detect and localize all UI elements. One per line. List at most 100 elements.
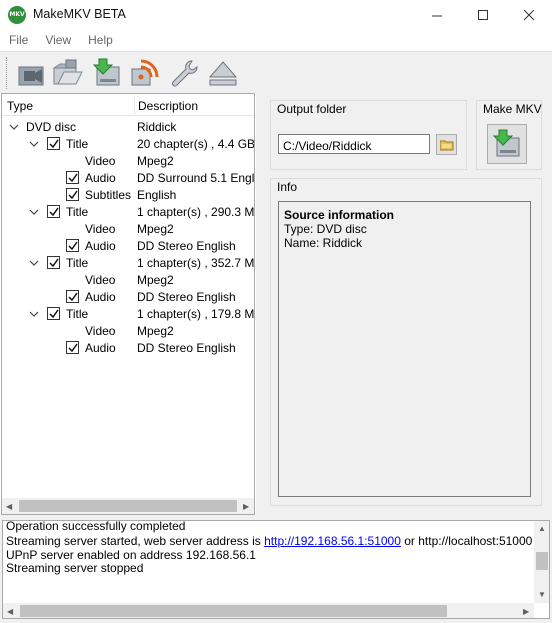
- backup-button[interactable]: [90, 56, 124, 90]
- checkmark-icon: [49, 207, 59, 217]
- column-divider[interactable]: [134, 96, 135, 114]
- web-server-link[interactable]: http://192.168.56.1:51000: [264, 534, 401, 548]
- info-line: Type: DVD disc: [284, 222, 367, 236]
- checkbox[interactable]: [66, 171, 79, 184]
- make-mkv-icon: [492, 129, 520, 157]
- tree-row-description: 1 chapter(s) , 352.7 MB: [137, 256, 255, 270]
- scroll-left-icon[interactable]: ◀: [6, 502, 12, 511]
- tree-row-type: Audio: [85, 171, 116, 185]
- checkmark-icon: [68, 190, 78, 200]
- log-panel[interactable]: Operation successfully completed Streami…: [2, 520, 550, 619]
- tree-row[interactable]: Audio DD Surround 5.1 English: [2, 169, 255, 186]
- checkbox[interactable]: [66, 239, 79, 252]
- tree-row[interactable]: Video Mpeg2: [2, 152, 254, 169]
- tree-row-description: 1 chapter(s) , 290.3 MB: [137, 205, 255, 219]
- tree-row-type: Title: [66, 137, 89, 151]
- checkbox[interactable]: [47, 307, 60, 320]
- tree-row-type: Video: [85, 273, 116, 287]
- column-header-description[interactable]: Description: [138, 99, 198, 113]
- open-disc-icon: [18, 66, 44, 86]
- stream-icon: [131, 59, 159, 86]
- chevron-down-icon[interactable]: [28, 206, 40, 218]
- checkmark-icon: [49, 139, 59, 149]
- tree-row[interactable]: Subtitles English: [2, 186, 254, 203]
- maximize-button[interactable]: [460, 0, 506, 30]
- output-folder-field[interactable]: C:/Video/Riddick: [278, 134, 430, 154]
- close-icon: [523, 9, 534, 20]
- open-disc-button[interactable]: [14, 56, 48, 90]
- chevron-down-icon[interactable]: [8, 121, 20, 133]
- minimize-icon: [431, 15, 442, 16]
- tree-row-type: Audio: [85, 341, 116, 355]
- tree-row[interactable]: Audio DD Stereo English: [2, 339, 254, 356]
- checkbox[interactable]: [66, 290, 79, 303]
- tree-row[interactable]: Video Mpeg2: [2, 220, 254, 237]
- tree-row[interactable]: Title 1 chapter(s) , 290.3 MB: [2, 203, 255, 220]
- tree-row-type: Video: [85, 324, 116, 338]
- make-mkv-button[interactable]: [487, 124, 527, 164]
- tree-row-description: Mpeg2: [137, 222, 174, 236]
- tree-row-description: Mpeg2: [137, 273, 174, 287]
- log-horizontal-scrollbar[interactable]: ◀ ▶: [3, 603, 534, 618]
- tree-row[interactable]: Video Mpeg2: [2, 271, 254, 288]
- menu-view[interactable]: View: [45, 30, 71, 51]
- checkbox[interactable]: [66, 188, 79, 201]
- minimize-button[interactable]: [414, 0, 460, 30]
- info-box: Source information Type: DVD disc Name: …: [278, 201, 531, 497]
- tree-row[interactable]: Audio DD Stereo English: [2, 288, 254, 305]
- stream-button[interactable]: [128, 56, 162, 90]
- scroll-up-icon[interactable]: ▲: [538, 524, 546, 533]
- scrollbar-thumb[interactable]: [20, 605, 447, 617]
- close-button[interactable]: [506, 0, 552, 30]
- chevron-down-icon[interactable]: [28, 257, 40, 269]
- scroll-right-icon[interactable]: ▶: [243, 502, 249, 511]
- tree-row-type: Subtitles: [85, 188, 132, 202]
- tree-horizontal-scrollbar[interactable]: ◀ ▶: [2, 498, 254, 514]
- tree-row-description: DD Stereo English: [137, 239, 236, 253]
- tree-row-type: DVD disc: [26, 120, 77, 134]
- scroll-down-icon[interactable]: ▼: [538, 590, 546, 599]
- tree-row-type: Audio: [85, 290, 116, 304]
- info-label: Info: [277, 180, 298, 194]
- tree-row[interactable]: DVD disc Riddick: [2, 118, 254, 135]
- chevron-down-icon[interactable]: [28, 308, 40, 320]
- column-header-type[interactable]: Type: [7, 99, 33, 113]
- tree-row[interactable]: Video Mpeg2: [2, 322, 254, 339]
- menu-file[interactable]: File: [9, 30, 28, 51]
- tree-row[interactable]: Title 20 chapter(s) , 4.4 GB: [2, 135, 254, 152]
- scrollbar-thumb[interactable]: [19, 500, 237, 512]
- scroll-left-icon[interactable]: ◀: [7, 607, 13, 616]
- open-files-button[interactable]: [51, 56, 85, 90]
- wrench-icon: [172, 60, 198, 87]
- eject-button[interactable]: [206, 56, 240, 90]
- info-line: Name: Riddick: [284, 236, 363, 250]
- tree-row[interactable]: Audio DD Stereo English: [2, 237, 254, 254]
- scroll-right-icon[interactable]: ▶: [523, 607, 529, 616]
- checkbox[interactable]: [47, 205, 60, 218]
- preferences-button[interactable]: [167, 56, 201, 90]
- log-line: Operation successfully completed: [6, 520, 186, 533]
- open-files-icon: [52, 59, 83, 85]
- menu-bar: File View Help: [0, 30, 552, 51]
- tree-row[interactable]: Title 1 chapter(s) , 352.7 MB: [2, 254, 255, 271]
- tree-row-type: Video: [85, 222, 116, 236]
- checkbox[interactable]: [66, 341, 79, 354]
- log-line: Streaming server stopped: [6, 561, 144, 575]
- menu-help[interactable]: Help: [88, 30, 113, 51]
- log-line: Streaming server started, web server add…: [6, 534, 532, 548]
- make-mkv-label: Make MKV: [483, 102, 542, 116]
- toolbar-grip[interactable]: [6, 57, 9, 89]
- checkbox[interactable]: [47, 137, 60, 150]
- tree-row-description: DD Stereo English: [137, 341, 236, 355]
- eject-icon: [208, 61, 238, 86]
- log-vertical-scrollbar[interactable]: ▲ ▼: [534, 521, 549, 603]
- chevron-down-icon[interactable]: [28, 138, 40, 150]
- tree-row-description: Mpeg2: [137, 324, 174, 338]
- tree-row[interactable]: Title 1 chapter(s) , 179.8 MB: [2, 305, 254, 322]
- scrollbar-thumb[interactable]: [536, 552, 548, 570]
- browse-folder-button[interactable]: [436, 134, 457, 155]
- tree-row-description: DD Surround 5.1 English: [137, 171, 255, 185]
- checkbox[interactable]: [47, 256, 60, 269]
- title-tree[interactable]: Type Description DVD disc Riddick Title 20 …: [1, 93, 255, 515]
- log-area: Operation successfully completed Streami…: [0, 515, 552, 623]
